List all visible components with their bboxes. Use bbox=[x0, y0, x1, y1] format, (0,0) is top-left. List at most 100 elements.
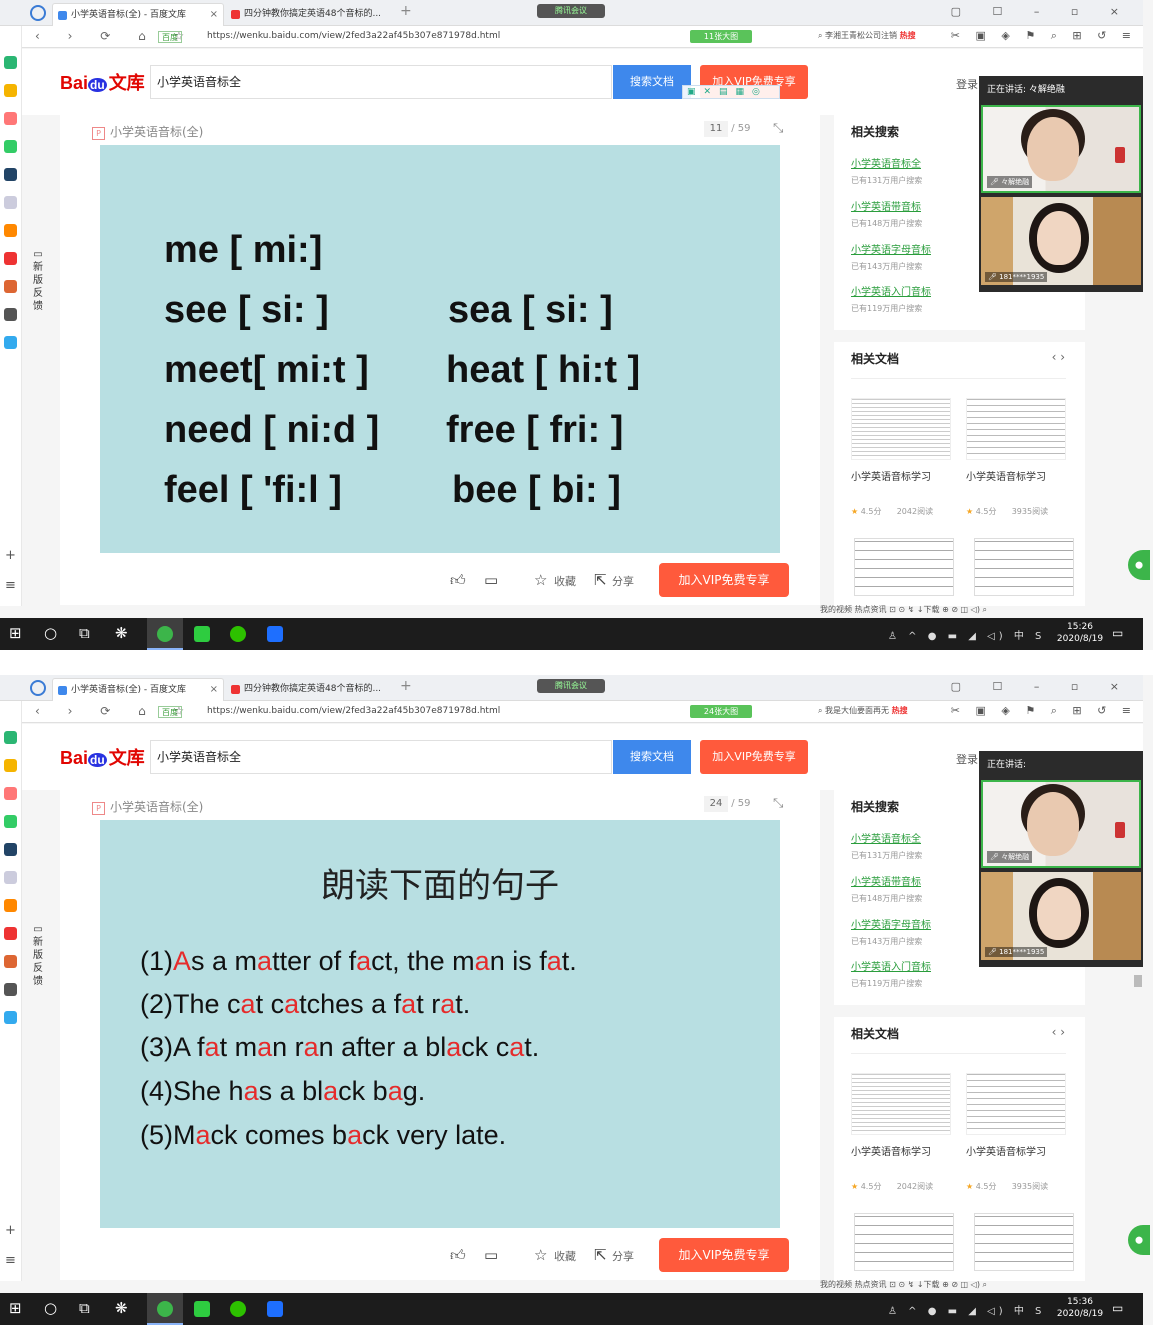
join-vip-button[interactable]: 加入VIP免费专享 bbox=[700, 740, 808, 774]
sidebar-app-icon[interactable] bbox=[4, 815, 17, 828]
browser-status-bar[interactable]: 我的视频 热点资讯 ⊡ ⊙ ↯ ↓下载 ⊕ ⊘ ◫ ◁) ⌕ bbox=[820, 604, 1143, 618]
doc-search-input[interactable]: 小学英语音标全 bbox=[150, 65, 612, 99]
tab-video[interactable]: 四分钟教你搞定英语48个音标的... bbox=[226, 678, 386, 701]
current-page-input[interactable]: 11 bbox=[704, 121, 728, 137]
doc-thumbnail[interactable] bbox=[966, 1073, 1066, 1135]
doc-name[interactable]: 小学英语音标学习 bbox=[851, 468, 931, 483]
add-icon[interactable]: + bbox=[5, 548, 16, 563]
doc-thumbnail[interactable] bbox=[974, 538, 1074, 596]
taskbar-app[interactable] bbox=[184, 1293, 220, 1325]
image-count-badge[interactable]: 24张大图 bbox=[690, 705, 752, 718]
url-field[interactable]: https://wenku.baidu.com/view/2fed3a22af4… bbox=[207, 31, 500, 41]
feedback-tab[interactable]: ▭ 新版反馈 bbox=[30, 923, 46, 988]
sidebar-app-icon[interactable] bbox=[4, 56, 17, 69]
sidebar-app-icon[interactable] bbox=[4, 759, 17, 772]
related-search-item[interactable]: 小学英语带音标 已有148万用户搜索 bbox=[851, 873, 922, 904]
related-search-link[interactable]: 小学英语入门音标 bbox=[851, 958, 931, 973]
floating-assistant-icon[interactable]: ⬤ bbox=[1128, 550, 1150, 580]
notification-icon[interactable]: ▭ bbox=[1112, 1301, 1123, 1315]
doc-thumbnail[interactable] bbox=[854, 538, 954, 596]
search-doc-button[interactable]: 搜索文档 bbox=[613, 740, 691, 774]
browser-status-bar[interactable]: 我的视频 热点资讯 ⊡ ⊙ ↯ ↓下载 ⊕ ⊘ ◫ ◁) ⌕ bbox=[820, 1279, 1143, 1293]
meeting-taskbar-app[interactable] bbox=[257, 618, 293, 650]
window-controls[interactable]: ▢ ☐ – ▫ × bbox=[951, 680, 1133, 693]
floating-toolbar[interactable]: ▣✕▤▦◎ bbox=[682, 85, 780, 99]
sidebar-app-icon[interactable] bbox=[4, 140, 17, 153]
app-icon[interactable]: ❋ bbox=[115, 624, 128, 642]
sidebar-app-icon[interactable] bbox=[4, 731, 17, 744]
close-tab-icon[interactable]: × bbox=[210, 4, 218, 26]
star-icon[interactable]: ☆ bbox=[534, 571, 547, 589]
window-controls[interactable]: ▢ ☐ – ▫ × bbox=[951, 5, 1133, 18]
browser-toolbar[interactable]: ✂ ▣ ◈ ⚑ ⌕ ⊞ ↺ ≡ bbox=[951, 29, 1137, 43]
related-search-item[interactable]: 小学英语音标全 已有131万用户搜索 bbox=[851, 155, 922, 186]
doc-name[interactable]: 小学英语音标学习 bbox=[851, 1143, 931, 1158]
sidebar-app-icon[interactable] bbox=[4, 927, 17, 940]
sidebar-app-icon[interactable] bbox=[4, 899, 17, 912]
sidebar-app-icon[interactable] bbox=[4, 955, 17, 968]
login-link[interactable]: 登录 bbox=[956, 751, 978, 767]
sidebar-app-icon[interactable] bbox=[4, 252, 17, 265]
task-view-icon[interactable]: ⧉ bbox=[79, 1299, 90, 1317]
new-tab-icon[interactable]: + bbox=[400, 3, 412, 19]
wechat-taskbar-app[interactable] bbox=[220, 618, 256, 650]
system-tray[interactable]: ♙ ^ ● ▬ ◢ ◁) 中 S bbox=[888, 1302, 1045, 1317]
carousel-arrows-icon[interactable]: ‹ › bbox=[1052, 1025, 1065, 1039]
browser-search-box[interactable]: ⌕ 李湘王青松公司注销 热搜 bbox=[818, 30, 940, 41]
doc-thumbnail[interactable] bbox=[851, 398, 951, 460]
related-search-link[interactable]: 小学英语字母音标 bbox=[851, 916, 931, 931]
new-tab-icon[interactable]: + bbox=[400, 678, 412, 694]
doc-search-input[interactable]: 小学英语音标全 bbox=[150, 740, 612, 774]
related-search-link[interactable]: 小学英语音标全 bbox=[851, 155, 922, 170]
sidebar-app-icon[interactable] bbox=[4, 336, 17, 349]
sidebar-app-icon[interactable] bbox=[4, 224, 17, 237]
image-count-badge[interactable]: 11张大图 bbox=[690, 30, 752, 43]
browser-home-icon[interactable] bbox=[30, 5, 46, 21]
sidebar-app-icon[interactable] bbox=[4, 308, 17, 321]
meeting-indicator[interactable]: 腾讯会议 bbox=[537, 4, 605, 18]
sidebar-app-icon[interactable] bbox=[4, 112, 17, 125]
related-search-link[interactable]: 小学英语带音标 bbox=[851, 873, 922, 888]
scrollbar-thumb[interactable] bbox=[1134, 975, 1142, 987]
participant-video[interactable]: 🎤︎ 181****1935 bbox=[981, 197, 1141, 285]
sidebar-app-icon[interactable] bbox=[4, 983, 17, 996]
notification-icon[interactable]: ▭ bbox=[1112, 626, 1123, 640]
sidebar-app-icon[interactable] bbox=[4, 787, 17, 800]
collect-label[interactable]: 收藏 bbox=[554, 573, 576, 589]
app-icon[interactable]: ❋ bbox=[115, 1299, 128, 1317]
collect-label[interactable]: 收藏 bbox=[554, 1248, 576, 1264]
floating-assistant-icon[interactable]: ⬤ bbox=[1128, 1225, 1150, 1255]
close-tab-icon[interactable]: × bbox=[210, 679, 218, 701]
related-search-item[interactable]: 小学英语字母音标 已有143万用户搜索 bbox=[851, 916, 931, 947]
url-field[interactable]: https://wenku.baidu.com/view/2fed3a22af4… bbox=[207, 706, 500, 716]
like-icon[interactable]: 👍︎ bbox=[450, 571, 466, 590]
current-page-input[interactable]: 24 bbox=[704, 796, 728, 812]
windows-start-icon[interactable]: ⊞ bbox=[9, 624, 22, 642]
add-icon[interactable]: + bbox=[5, 1223, 16, 1238]
feedback-tab[interactable]: ▭ 新版反馈 bbox=[30, 248, 46, 313]
doc-thumbnail[interactable] bbox=[966, 398, 1066, 460]
fullscreen-icon[interactable]: ⤡ bbox=[773, 796, 783, 811]
comment-icon[interactable]: ▭ bbox=[484, 571, 498, 589]
taskbar-clock[interactable]: 15:26 2020/8/19 bbox=[1050, 621, 1110, 645]
participant-video[interactable]: 🎤︎ 々解绝融 bbox=[981, 105, 1141, 193]
windows-start-icon[interactable]: ⊞ bbox=[9, 1299, 22, 1317]
wechat-taskbar-app[interactable] bbox=[220, 1293, 256, 1325]
search-icon[interactable]: ○ bbox=[44, 624, 57, 642]
doc-thumbnail[interactable] bbox=[974, 1213, 1074, 1271]
related-search-link[interactable]: 小学英语带音标 bbox=[851, 198, 922, 213]
sidebar-app-icon[interactable] bbox=[4, 843, 17, 856]
browser-toolbar[interactable]: ✂ ▣ ◈ ⚑ ⌕ ⊞ ↺ ≡ bbox=[951, 704, 1137, 718]
browser-taskbar-app[interactable] bbox=[147, 1293, 183, 1325]
sidebar-app-icon[interactable] bbox=[4, 84, 17, 97]
participant-video[interactable]: 🎤︎ 々解绝融 bbox=[981, 780, 1141, 868]
related-search-item[interactable]: 小学英语入门音标 已有119万用户搜索 bbox=[851, 283, 931, 314]
system-tray[interactable]: ♙ ^ ● ▬ ◢ ◁) 中 S bbox=[888, 627, 1045, 642]
carousel-arrows-icon[interactable]: ‹ › bbox=[1052, 350, 1065, 364]
related-search-link[interactable]: 小学英语字母音标 bbox=[851, 241, 931, 256]
search-icon[interactable]: ○ bbox=[44, 1299, 57, 1317]
comment-icon[interactable]: ▭ bbox=[484, 1246, 498, 1264]
share-label[interactable]: 分享 bbox=[612, 1248, 634, 1264]
share-icon[interactable]: ⇱ bbox=[594, 1246, 607, 1264]
search-doc-button[interactable]: 搜索文档 bbox=[613, 65, 691, 99]
